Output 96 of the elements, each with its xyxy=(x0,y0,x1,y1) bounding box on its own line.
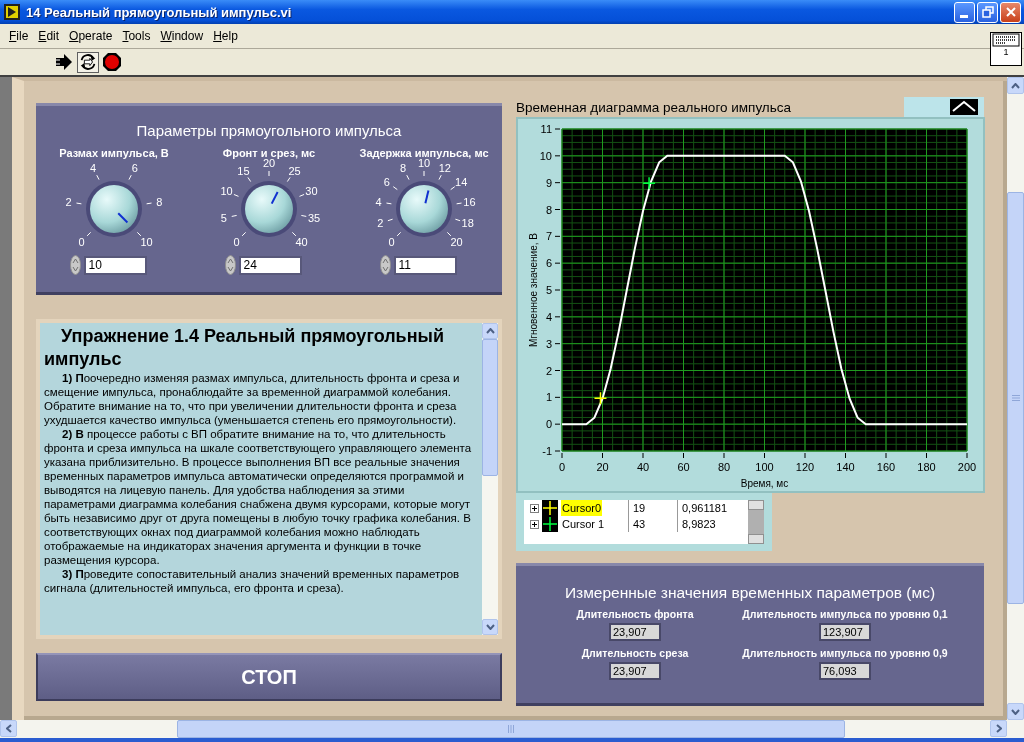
close-icon xyxy=(1004,6,1017,18)
indicator-label: Длительность среза xyxy=(581,647,689,659)
x-tick-label: 20 xyxy=(596,461,609,473)
scrollbar[interactable] xyxy=(748,500,764,544)
restore-icon xyxy=(981,6,994,18)
spinner-icon[interactable] xyxy=(224,255,236,275)
panel-title: Измеренные значения временных параметров (мс) xyxy=(564,584,936,602)
y-tick-label: 1 xyxy=(545,391,552,404)
caret-icon[interactable] xyxy=(950,99,978,115)
connector-icon xyxy=(992,33,1020,47)
x-tick-label: 60 xyxy=(677,461,690,473)
y-tick-label: 4 xyxy=(545,310,552,323)
menu-item[interactable]: Edit xyxy=(33,29,65,43)
cursor-y-value: 0,961181 xyxy=(681,501,729,516)
window-title: 14 Реальный прямоугольный импульс.vi xyxy=(26,4,293,20)
cycle-arrows-icon xyxy=(78,52,98,72)
cursor-name[interactable]: Cursor 1 xyxy=(561,516,606,532)
x-tick-label: 40 xyxy=(636,461,650,473)
value-field[interactable]: 10 xyxy=(83,255,147,275)
abort-button[interactable] xyxy=(101,51,123,73)
knob-label: Задержка импульса, мс xyxy=(359,147,489,159)
y-tick-label: 7 xyxy=(545,230,552,243)
paragraph: 1) Поочередно изменяя размах импульса, длительность фронта и среза и смещение импульса, пронаблюдайте за временной диаграммой колебания. Обратите внимание на то, что при увеличении длительности фронта и среза ухудшается качество импульса (уменьшается степень его прямоугольности). xyxy=(44,371,461,427)
spinner-icon[interactable] xyxy=(69,255,81,275)
run-continuously-button[interactable] xyxy=(77,51,99,73)
cursor-marker[interactable] xyxy=(642,176,656,190)
spinner-icon[interactable] xyxy=(379,255,391,275)
value-field[interactable]: 24 xyxy=(238,255,302,275)
y-tick-label: 8 xyxy=(545,203,552,216)
cursor-x-value: 43 xyxy=(629,516,678,532)
cursor-name[interactable]: Cursor0 xyxy=(561,500,603,516)
scroll-up-button[interactable] xyxy=(748,500,764,510)
value-field[interactable]: 11 xyxy=(393,255,457,275)
minimize-button[interactable] xyxy=(954,1,975,23)
scrollbar[interactable] xyxy=(0,720,1024,738)
paragraph: 2) В процессе работы с ВП обратите внимание на то, что длительность фронта и среза импульса на шкале соответствующего управляющего элемента указана приблизительно. В процессе выполнения ВП все реальные значения временных параметров импульса автоматически определяются программой и выводятся на лицевую панель. Для удобства наблюдения за этими параметрами диаграмма колебания снабжена двумя курсорами, которые могут быть независимо друг от друга помещены в любую точку графика колебания. В соответствующих окнах под диаграммой колебания можно наблюдать отображаемые на индикаторах значения аргумента и функции в точке размещения курсора. xyxy=(44,427,473,567)
y-axis-label: Мгновенное значение, В xyxy=(528,233,539,347)
x-axis-label: Время, мс xyxy=(740,478,789,489)
app-icon xyxy=(3,3,21,21)
paragraph: 3) Проведите сопоставительный анализ значений временных параметров сигнала (длительностей импульса, его фронта и среза). xyxy=(44,567,461,595)
menu-item[interactable]: File xyxy=(4,29,34,43)
knob[interactable]: 0 2 4 6 8 10 xyxy=(54,159,174,255)
stop-button[interactable]: СТОП xyxy=(36,653,502,701)
y-tick-label: 5 xyxy=(545,284,552,296)
arrow-icon xyxy=(54,53,74,71)
y-tick-label: 2 xyxy=(545,364,552,377)
menu-item[interactable]: Operate xyxy=(64,29,118,43)
knob[interactable]: 0 5 10 15 20 25 30 35 40 xyxy=(209,159,329,255)
x-tick-label: 180 xyxy=(917,461,936,473)
crosshair-icon xyxy=(542,500,558,516)
restore-button[interactable] xyxy=(977,1,998,23)
x-tick-label: 200 xyxy=(957,461,977,473)
indicator-label: Длительность импульса по уровню 0,1 xyxy=(742,608,948,620)
knob-label: Размах импульса, В xyxy=(59,147,169,159)
y-tick-label: 10 xyxy=(539,149,552,162)
grip-icon[interactable] xyxy=(1011,394,1020,402)
expand-icon[interactable] xyxy=(530,503,539,513)
menu-item[interactable]: Tools xyxy=(117,29,156,43)
graph-title: Временная диаграмма реального импульса xyxy=(516,100,793,117)
y-tick-label: 0 xyxy=(545,418,552,431)
x-tick-label: 120 xyxy=(795,461,815,473)
indicator-value: 23,907 xyxy=(609,662,661,680)
cursor-y-value: 8,9823 xyxy=(681,517,717,532)
run-button[interactable] xyxy=(53,51,75,73)
indicator-value: 23,907 xyxy=(609,623,661,641)
vi-icon: 1 xyxy=(990,32,1022,66)
cursor-x-value: 19 xyxy=(629,500,678,516)
y-tick-label: 9 xyxy=(545,176,552,189)
indicator-label: Длительность импульса по уровню 0,9 xyxy=(742,647,948,659)
menu-item[interactable]: Help xyxy=(208,29,243,43)
x-tick-label: 80 xyxy=(717,461,731,473)
menu-item[interactable]: Window xyxy=(155,29,209,43)
x-tick-label: 160 xyxy=(876,461,896,473)
scrollbar[interactable] xyxy=(482,323,498,635)
y-tick-label: -1 xyxy=(542,445,552,457)
exercise-heading: Упражнение 1.4 Реальный прямоугольный импульс xyxy=(44,325,445,371)
scrollbar[interactable] xyxy=(1007,77,1024,720)
x-tick-label: 100 xyxy=(755,461,774,473)
panel-title: Параметры прямоугольного импульса xyxy=(136,122,402,139)
indicator-label: Длительность фронта xyxy=(576,608,694,620)
grip-icon[interactable] xyxy=(507,725,515,733)
indicator-value: 76,093 xyxy=(819,662,871,680)
y-tick-label: 6 xyxy=(545,257,552,270)
minimize-icon xyxy=(959,14,968,18)
expand-icon[interactable] xyxy=(530,519,539,529)
crosshair-icon xyxy=(542,516,558,532)
close-button[interactable] xyxy=(1000,1,1021,23)
knob[interactable]: 0 2 4 6 8 10 12 14 16 18 20 xyxy=(364,159,484,255)
stop-sign-icon xyxy=(102,52,122,72)
knob-label: Фронт и срез, мс xyxy=(222,147,316,159)
x-tick-label: 0 xyxy=(558,461,566,473)
x-tick-label: 140 xyxy=(836,461,855,473)
y-tick-label: 3 xyxy=(545,337,552,350)
scroll-down-button[interactable] xyxy=(748,534,764,544)
indicator-value: 123,907 xyxy=(819,623,871,641)
y-tick-label: 11 xyxy=(540,123,552,135)
